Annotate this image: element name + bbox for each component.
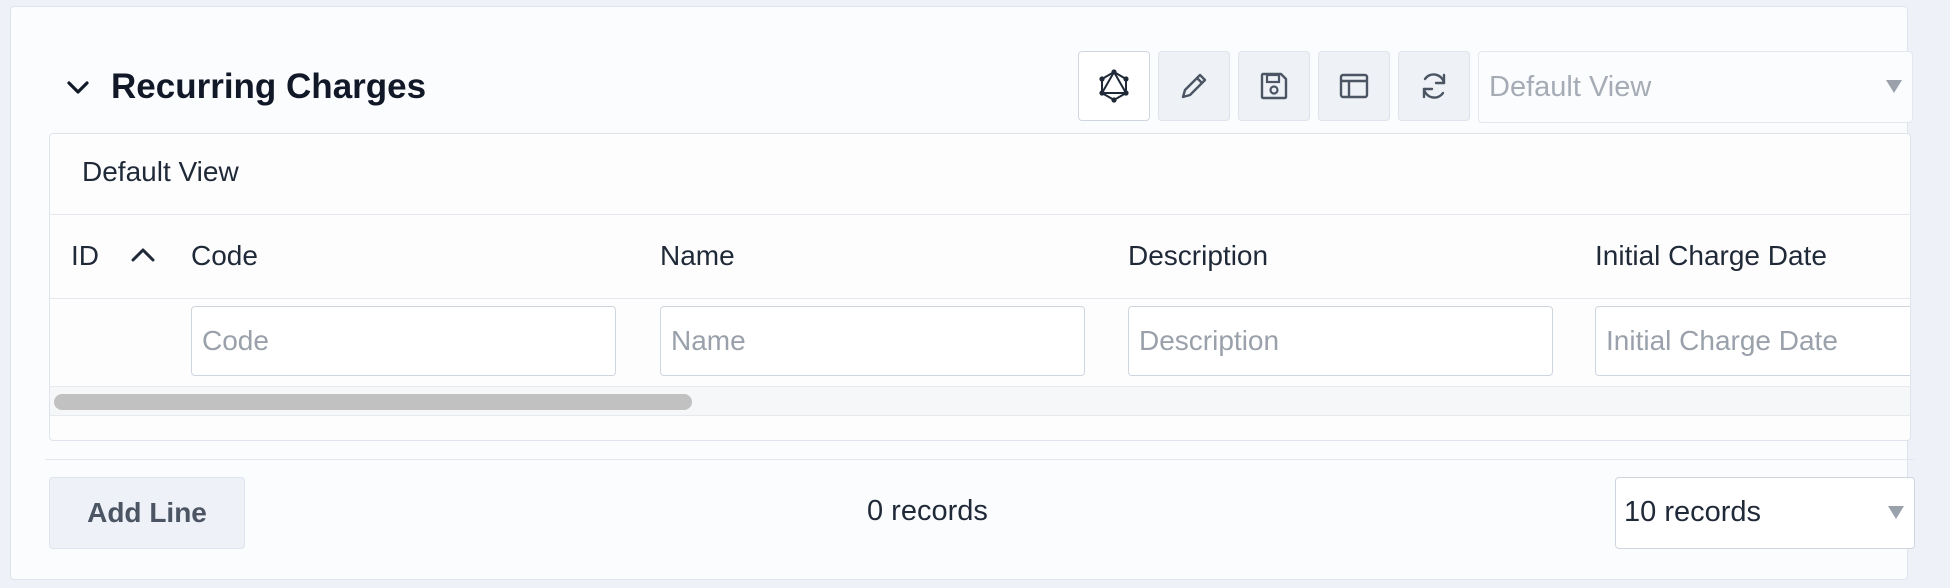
code-filter-input[interactable]	[191, 306, 616, 376]
footer-divider	[45, 459, 1915, 460]
horizontal-scrollbar[interactable]	[50, 386, 1910, 416]
column-header-row: ID Code Name Description Initial Charge …	[50, 214, 1910, 299]
dropdown-caret-icon	[1888, 506, 1904, 519]
layout-icon	[1339, 73, 1369, 99]
description-filter-input[interactable]	[1128, 306, 1553, 376]
layout-button[interactable]	[1318, 51, 1390, 121]
save-button[interactable]	[1238, 51, 1310, 121]
view-select-value: Default View	[1489, 71, 1652, 103]
page-size-select[interactable]: 10 records	[1615, 477, 1915, 549]
name-filter-input[interactable]	[660, 306, 1085, 376]
grid-view-title-bar: Default View	[50, 134, 1910, 215]
grid-view-title: Default View	[82, 156, 239, 187]
data-grid: Default View ID Code Name Description In…	[49, 133, 1911, 441]
save-icon	[1260, 72, 1288, 100]
page-size-value: 10 records	[1624, 496, 1762, 528]
toolbar: Default View	[49, 51, 1913, 123]
filter-row	[50, 298, 1910, 386]
edit-button[interactable]	[1158, 51, 1230, 121]
add-line-button[interactable]: Add Line	[49, 477, 245, 549]
refresh-button[interactable]	[1398, 51, 1470, 121]
scrollbar-thumb[interactable]	[54, 394, 692, 410]
initial-charge-date-filter-input[interactable]	[1595, 306, 1910, 376]
section-header: Recurring Charges Default View	[49, 51, 1913, 123]
graphql-icon	[1099, 69, 1129, 103]
graphql-button[interactable]	[1078, 51, 1150, 121]
column-header-name[interactable]: Name	[660, 240, 735, 272]
view-select[interactable]: Default View	[1478, 51, 1913, 123]
sort-ascending-icon[interactable]	[128, 240, 158, 270]
record-count: 0 records	[867, 495, 988, 527]
refresh-icon	[1422, 73, 1446, 99]
pencil-icon	[1181, 73, 1207, 99]
column-header-description[interactable]: Description	[1128, 240, 1268, 272]
column-header-code[interactable]: Code	[191, 240, 258, 272]
recurring-charges-panel: Recurring Charges Default View Default V…	[10, 6, 1915, 580]
dropdown-caret-icon	[1886, 80, 1902, 93]
column-header-initial-charge-date[interactable]: Initial Charge Date	[1595, 240, 1827, 272]
column-header-id[interactable]: ID	[71, 240, 99, 272]
